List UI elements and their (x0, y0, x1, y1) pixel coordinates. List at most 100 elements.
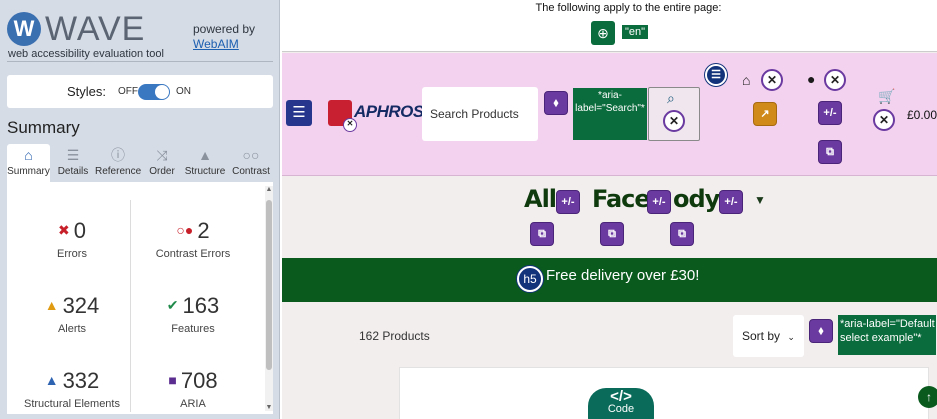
tab-label: Contrast (232, 166, 270, 177)
wave-sidebar: W WAVE web accessibility evaluation tool… (0, 0, 280, 419)
aria-expanded-icon[interactable]: +/- (647, 190, 671, 214)
delivery-banner: h5 Free delivery over £30! (282, 258, 937, 302)
list-icon: ☰ (66, 147, 80, 163)
stat-label: Contrast Errors (155, 248, 231, 260)
home-icon[interactable]: ⌂ (742, 72, 750, 88)
product-count: 162 Products (359, 329, 430, 343)
stat-value: 0 (73, 218, 86, 243)
webaim-link[interactable]: WebAIM (193, 37, 239, 51)
code-icon[interactable]: </> Code (588, 388, 654, 419)
tab-details[interactable]: ☰ Details (52, 144, 94, 182)
menu-icon[interactable]: ☰ (286, 100, 312, 126)
heading-h5-icon[interactable]: h5 (517, 266, 543, 292)
nav-body-link[interactable]: ody (673, 185, 720, 213)
scroll-thumb[interactable] (266, 200, 272, 370)
stat-errors[interactable]: ✖ 0 Errors (10, 216, 134, 260)
sort-aria-annotation: *aria-label="Default select example"* (838, 315, 936, 355)
brand-name: APHROS (354, 102, 424, 121)
home-icon: ⌂ (24, 147, 33, 163)
sort-select[interactable]: Sort by ⌄ (733, 315, 804, 357)
error-marker-icon[interactable]: ✕ (343, 118, 357, 132)
user-icon[interactable]: ● (807, 71, 815, 87)
sort-label: Sort by (742, 329, 781, 343)
scroll-up-arrow[interactable]: ▲ (265, 186, 273, 193)
nav-face-link[interactable]: Face (592, 185, 651, 213)
code-label: Code (607, 403, 635, 415)
aria-expanded-icon[interactable]: +/- (818, 101, 842, 125)
aria-icon: ■ (168, 372, 177, 388)
category-nav: All +/- ⧉ Face +/- ⧉ ody +/- ⧉ ▼ (282, 177, 937, 257)
nav-all-link[interactable]: All (524, 185, 557, 213)
aria-menu-icon[interactable]: ⧉ (670, 222, 694, 246)
search-input[interactable]: Search Products (422, 87, 538, 141)
summary-panel: ✖ 0 Errors ○● 2 Contrast Errors ▲ 324 Alert… (7, 182, 273, 414)
search-icon: ⌕ (667, 90, 675, 106)
tab-label: Summary (7, 166, 50, 177)
list-annotation-icon[interactable]: ☰ (705, 64, 727, 86)
contrast-icon: ○○ (242, 147, 260, 163)
tab-summary[interactable]: ⌂ Summary (7, 144, 50, 182)
aria-expanded-icon[interactable]: +/- (556, 190, 580, 214)
error-marker-icon[interactable]: ✕ (873, 109, 895, 131)
structure-icon: ▲ (198, 147, 212, 163)
wave-tabs: ⌂ Summary ☰ Details ⓘ Reference ⤨ Order … (7, 144, 273, 182)
delivery-text: Free delivery over £30! (546, 267, 700, 284)
wave-logo-word: WAVE (45, 10, 146, 48)
tab-label: Details (57, 166, 89, 177)
stat-value: 332 (62, 368, 100, 393)
aria-expanded-icon[interactable]: +/- (719, 190, 743, 214)
feature-icon: ✔ (166, 297, 179, 313)
stat-contrast-errors[interactable]: ○● 2 Contrast Errors (131, 216, 255, 260)
scroll-down-arrow[interactable]: ▼ (265, 404, 273, 411)
alert-icon: ▲ (44, 297, 59, 313)
stat-value: 324 (62, 293, 100, 318)
styles-on-label: ON (176, 86, 191, 97)
product-card[interactable] (399, 367, 929, 419)
stat-alerts[interactable]: ▲ 324 Alerts (10, 291, 134, 335)
error-icon: ✖ (58, 222, 70, 238)
brand-logo[interactable]: APHROS (328, 100, 424, 126)
aria-menu-icon[interactable]: ⧉ (530, 222, 554, 246)
aria-menu-icon[interactable]: ⧉ (600, 222, 624, 246)
styles-toggle-box: Styles: OFF ON (7, 75, 273, 108)
tab-contrast[interactable]: ○○ Contrast (229, 144, 273, 182)
stat-value: 163 (182, 293, 220, 318)
globe-icon[interactable]: ⊕ (591, 21, 615, 45)
page-level-notice: The following apply to the entire page: (535, 2, 722, 14)
stat-value: 2 (197, 218, 210, 243)
aria-label-icon[interactable]: ⬧ (809, 319, 833, 343)
error-marker-icon[interactable]: ✕ (761, 69, 783, 91)
styles-label: Styles: (67, 84, 107, 99)
chevron-down-icon: ⌄ (787, 332, 795, 342)
language-badge[interactable]: "en" (622, 25, 649, 39)
wave-logo-row: W WAVE web accessibility evaluation tool… (7, 10, 273, 62)
site-header: ☰ APHROS ✕ Search Products ⬧ *aria-label… (282, 53, 937, 176)
search-aria-annotation: *aria-label="Search"* (573, 88, 647, 140)
chevron-down-icon[interactable]: ▼ (754, 193, 766, 207)
wave-logo-subtitle: web accessibility evaluation tool (8, 48, 164, 60)
error-marker-icon[interactable]: ✕ (663, 110, 685, 132)
code-symbol: </> (610, 388, 632, 405)
cart-total[interactable]: £0.00 (907, 108, 937, 122)
search-button[interactable]: ⌕ ✕ (648, 87, 700, 141)
panel-scrollbar[interactable]: ▲ ▼ (265, 186, 273, 411)
tab-structure[interactable]: ▲ Structure (183, 144, 227, 182)
tab-order[interactable]: ⤨ Order (143, 144, 181, 182)
page-level-bar: The following apply to the entire page: … (282, 0, 937, 52)
tab-reference[interactable]: ⓘ Reference (95, 144, 141, 182)
tab-label: Order (149, 166, 175, 177)
stat-structural-elements[interactable]: ▲ 332 Structural Elements (10, 366, 134, 410)
stat-label: Errors (57, 248, 87, 260)
styles-toggle[interactable] (138, 84, 170, 100)
error-marker-icon[interactable]: ✕ (824, 69, 846, 91)
wave-logo-icon: W (7, 12, 41, 46)
aria-menu-icon[interactable]: ⧉ (818, 140, 842, 164)
alert-link-icon[interactable]: ↗ (753, 102, 777, 126)
stat-features[interactable]: ✔ 163 Features (131, 291, 255, 335)
stat-aria[interactable]: ■ 708 ARIA (131, 366, 255, 410)
aria-label-icon[interactable]: ⬧ (544, 91, 568, 115)
info-icon: ⓘ (111, 147, 125, 163)
back-to-top-icon[interactable]: ↑ (918, 386, 937, 408)
cart-icon[interactable]: 🛒 (878, 88, 895, 105)
structure-icon: ▲ (44, 372, 59, 388)
